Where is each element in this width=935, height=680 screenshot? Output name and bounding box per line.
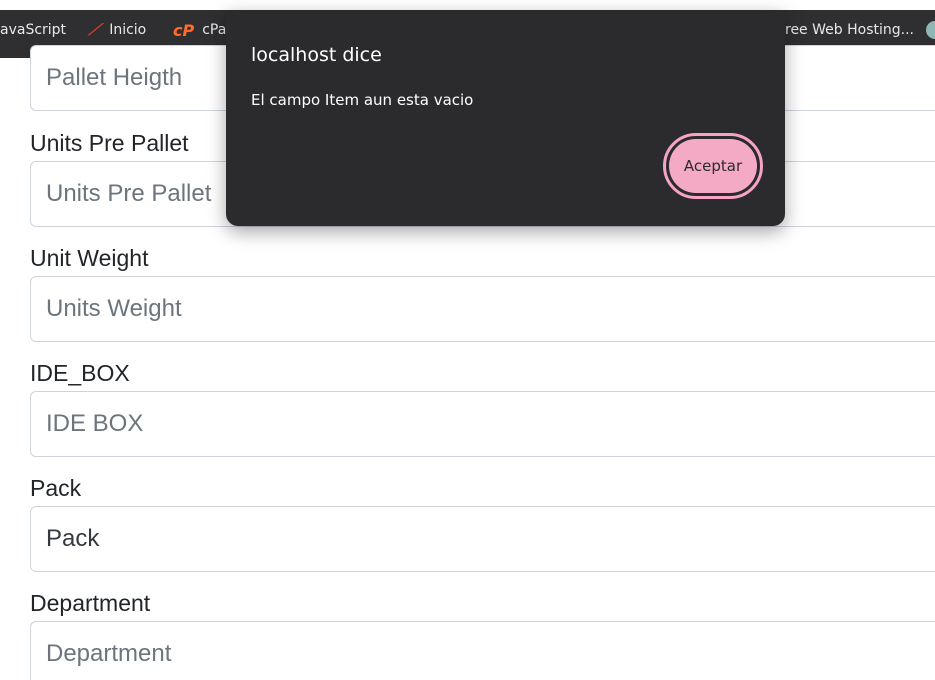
pack-input[interactable]: Pack [30, 506, 935, 572]
unit-weight-label: Unit Weight [30, 245, 149, 271]
department-input[interactable]: Department [30, 621, 935, 680]
pack-value: Pack [46, 525, 100, 552]
unit-weight-input[interactable]: Units Weight [30, 276, 935, 342]
units-per-pallet-label: Units Pre Pallet [30, 130, 189, 156]
pack-label: Pack [30, 475, 82, 501]
department-label: Department [30, 590, 151, 616]
ide-box-input[interactable]: IDE BOX [30, 391, 935, 457]
alert-dialog: localhost dice El campo Item aun esta va… [226, 10, 785, 226]
accept-button[interactable]: Aceptar [663, 133, 763, 199]
units-per-pallet-placeholder: Units Pre Pallet [46, 180, 212, 207]
ide-box-placeholder: IDE BOX [46, 410, 144, 437]
dialog-message: El campo Item aun esta vacio [251, 91, 474, 109]
unit-weight-placeholder: Units Weight [46, 295, 182, 322]
ide-box-label: IDE_BOX [30, 360, 130, 386]
dialog-title: localhost dice [251, 44, 382, 66]
department-placeholder: Department [46, 640, 172, 667]
accept-button-label: Aceptar [669, 139, 757, 193]
pallet-height-placeholder: Pallet Heigth [46, 64, 183, 91]
